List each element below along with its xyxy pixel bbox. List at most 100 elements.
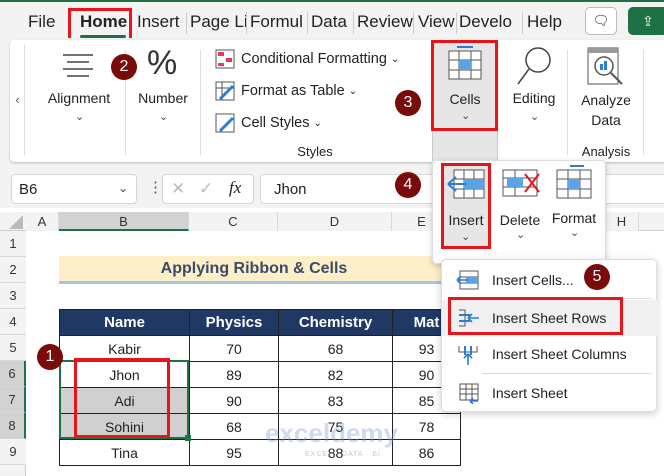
watermark-tagline: EXCEL · DATA · BI: [305, 451, 381, 458]
row-header[interactable]: 1: [0, 231, 26, 257]
table-cell[interactable]: Tina: [59, 439, 190, 466]
conditional-formatting-label: Conditional Formatting: [241, 51, 387, 67]
formula-controls: ✕ ✓ fx: [162, 174, 254, 204]
column-header-a[interactable]: A: [26, 212, 59, 231]
table-cell[interactable]: 78: [392, 413, 461, 440]
highlight-home: [68, 8, 132, 42]
select-all-icon[interactable]: [8, 214, 24, 230]
ribbon-scroll-left[interactable]: ‹: [11, 44, 25, 156]
chevron-down-icon: ⌄: [461, 231, 471, 243]
tab-insert[interactable]: Insert: [137, 12, 180, 32]
analyze-data-label-2: Data: [591, 112, 621, 128]
column-header-h[interactable]: H: [605, 212, 639, 231]
chevron-down-icon: ⌄: [348, 85, 358, 97]
menu-item-insert-cells[interactable]: Insert Cells...: [442, 262, 658, 298]
fill-handle[interactable]: [185, 435, 191, 441]
menu-item-insert-sheet[interactable]: Insert Sheet: [442, 375, 658, 411]
share-icon: ⇪: [642, 13, 654, 29]
number-button[interactable]: % Number ⌄: [127, 44, 199, 156]
tab-developer[interactable]: Develo: [459, 12, 521, 32]
conditional-formatting-button[interactable]: Conditional Formatting ⌄: [215, 48, 399, 70]
row-header[interactable]: 5: [0, 335, 26, 361]
insert-button[interactable]: Insert ⌄: [441, 163, 491, 249]
chevron-down-icon: ⌄: [390, 53, 400, 65]
table-cell[interactable]: 83: [278, 387, 393, 414]
row-header[interactable]: 2: [0, 257, 26, 283]
search-icon: [517, 47, 551, 85]
row-header[interactable]: 6: [0, 361, 26, 387]
delete-label: Delete: [499, 212, 541, 228]
divider: [186, 12, 187, 34]
table-cell[interactable]: 86: [392, 439, 461, 466]
chevron-down-icon: ⌄: [570, 227, 580, 239]
name-box[interactable]: B6 ⌄: [11, 174, 137, 204]
row-header[interactable]: 4: [0, 309, 26, 335]
insert-menu: Insert Cells... Insert Sheet Rows Insert…: [441, 259, 658, 412]
row-header[interactable]: 9: [0, 439, 26, 465]
comments-button[interactable]: 🗨: [585, 7, 617, 35]
align-icon: [63, 54, 93, 77]
row-header[interactable]: 3: [0, 283, 26, 309]
cell-styles-button[interactable]: Cell Styles ⌄: [215, 112, 322, 134]
step-badge-4: 4: [395, 172, 421, 198]
editing-button[interactable]: Editing ⌄: [505, 44, 563, 156]
share-button[interactable]: ⇪: [628, 7, 664, 35]
divider: [307, 12, 308, 34]
check-icon[interactable]: ✓: [199, 179, 213, 199]
styles-group-label: Styles: [297, 144, 333, 159]
column-header-d[interactable]: D: [278, 212, 392, 231]
tab-formulas[interactable]: Formul: [250, 12, 306, 32]
tab-view[interactable]: View: [418, 12, 455, 32]
tab-file[interactable]: File: [28, 12, 55, 32]
divider: [200, 50, 201, 155]
insert-function-icon[interactable]: fx: [229, 178, 241, 198]
alignment-button[interactable]: Alignment ⌄: [35, 44, 123, 156]
tab-review[interactable]: Review: [357, 12, 413, 32]
table-cell[interactable]: 82: [278, 361, 393, 388]
analyze-data-label: Analyze: [581, 92, 631, 108]
divider: [567, 50, 568, 155]
row-header[interactable]: 7: [0, 387, 26, 413]
menu-item-insert-sheet-columns[interactable]: Insert Sheet Columns: [442, 336, 658, 372]
name-box-value: B6: [19, 181, 38, 198]
insert-sheet-icon: [459, 383, 479, 404]
format-as-table-button[interactable]: Format as Table ⌄: [215, 80, 357, 102]
menu-item-label: Insert Sheet Columns: [492, 346, 627, 362]
table-cell[interactable]: 89: [189, 361, 279, 388]
insert-label: Insert: [448, 212, 484, 228]
step-badge-3: 3: [395, 90, 421, 116]
table-header-cell[interactable]: Name: [59, 309, 190, 336]
insert-cells-icon: [456, 270, 479, 290]
sheet-title[interactable]: Applying Ribbon & Cells: [59, 256, 449, 284]
editing-label: Editing: [512, 90, 556, 106]
analyze-data-icon: [587, 47, 623, 85]
more-icon: ⋮: [148, 179, 163, 196]
row-header[interactable]: 8: [0, 413, 26, 439]
chevron-down-icon: ⌄: [516, 229, 526, 241]
cancel-icon[interactable]: ✕: [171, 179, 185, 199]
format-button[interactable]: Format ⌄: [548, 164, 600, 248]
tab-data[interactable]: Data: [311, 12, 347, 32]
cell-styles-icon: [215, 113, 235, 133]
tab-help[interactable]: Help: [527, 12, 562, 32]
divider: [643, 50, 644, 155]
delete-cells-icon: [502, 169, 540, 197]
format-cells-icon: [556, 165, 592, 199]
analyze-data-button[interactable]: Analyze Data: [572, 44, 640, 134]
insert-columns-icon: [458, 346, 478, 365]
column-header-b[interactable]: B: [59, 212, 189, 231]
table-cell[interactable]: 90: [189, 387, 279, 414]
alignment-label: Alignment: [47, 90, 111, 106]
table-header-cell[interactable]: Physics: [189, 309, 279, 336]
menu-item-label: Insert Sheet: [492, 385, 568, 401]
divider: [353, 12, 354, 34]
column-header-c[interactable]: C: [189, 212, 278, 231]
table-header-cell[interactable]: Chemistry: [278, 309, 393, 336]
delete-button[interactable]: Delete ⌄: [495, 166, 545, 250]
format-as-table-label: Format as Table: [241, 83, 345, 99]
cell-styles-label: Cell Styles: [241, 115, 310, 131]
percent-icon: %: [147, 44, 178, 82]
table-cell[interactable]: 68: [278, 335, 393, 362]
tab-page-layout[interactable]: Page Li: [190, 12, 246, 32]
table-cell[interactable]: 70: [189, 335, 279, 362]
